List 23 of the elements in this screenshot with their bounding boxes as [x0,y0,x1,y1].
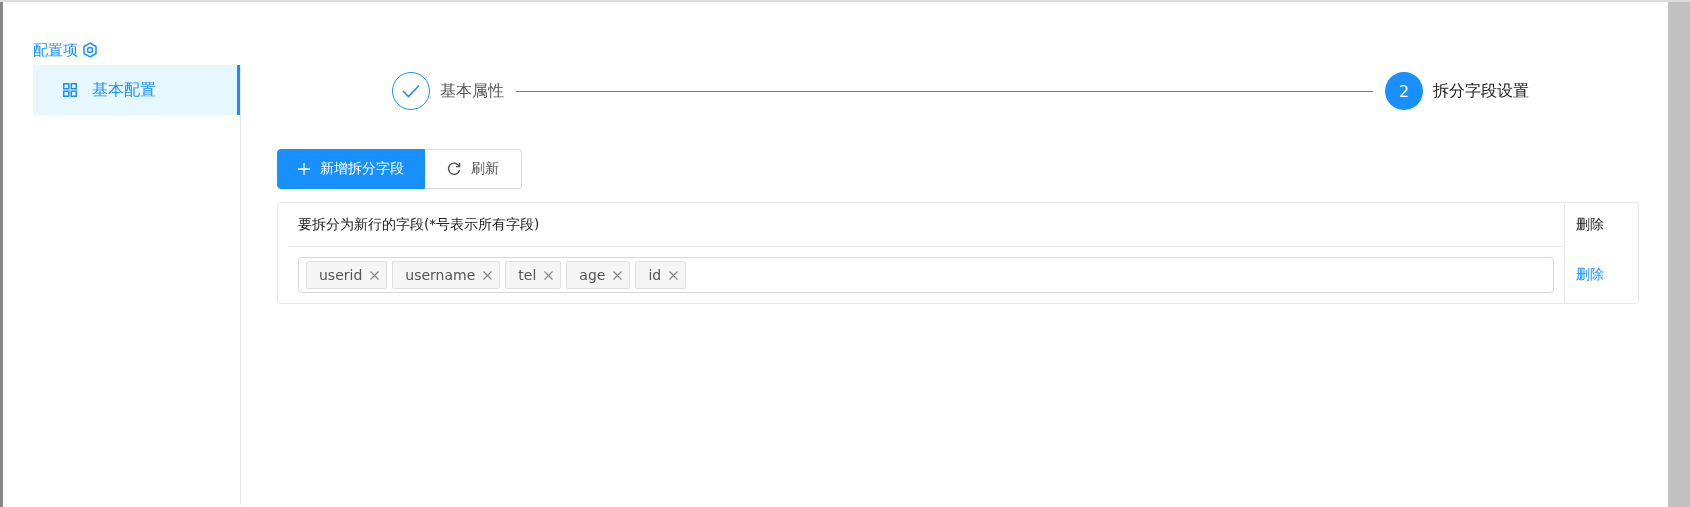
field-tag[interactable]: username [392,261,501,289]
grid-icon [63,83,77,97]
tags-field[interactable]: userid username tel age id [298,257,1554,293]
settings-icon[interactable] [83,42,97,58]
field-tag[interactable]: userid [306,261,388,289]
field-tag[interactable]: tel [505,261,562,289]
column-header: 删除 [1576,216,1604,234]
step-title: 基本属性 [440,80,504,102]
plus-icon [298,163,310,175]
sidebar-title: 配置项 [33,40,78,60]
scrollbar[interactable] [1668,2,1690,507]
close-icon[interactable] [370,270,380,280]
field-tag[interactable]: id [635,261,687,289]
refresh-button[interactable]: 刷新 [425,149,522,189]
close-icon[interactable] [483,270,493,280]
field-tag[interactable]: age [566,261,631,289]
close-icon[interactable] [669,270,679,280]
close-icon[interactable] [544,270,554,280]
step-number: 2 [1385,72,1423,110]
refresh-icon [447,162,461,176]
column-header: 要拆分为新行的字段(*号表示所有字段) [298,215,540,234]
step-title: 拆分字段设置 [1433,80,1529,102]
close-icon[interactable] [613,270,623,280]
